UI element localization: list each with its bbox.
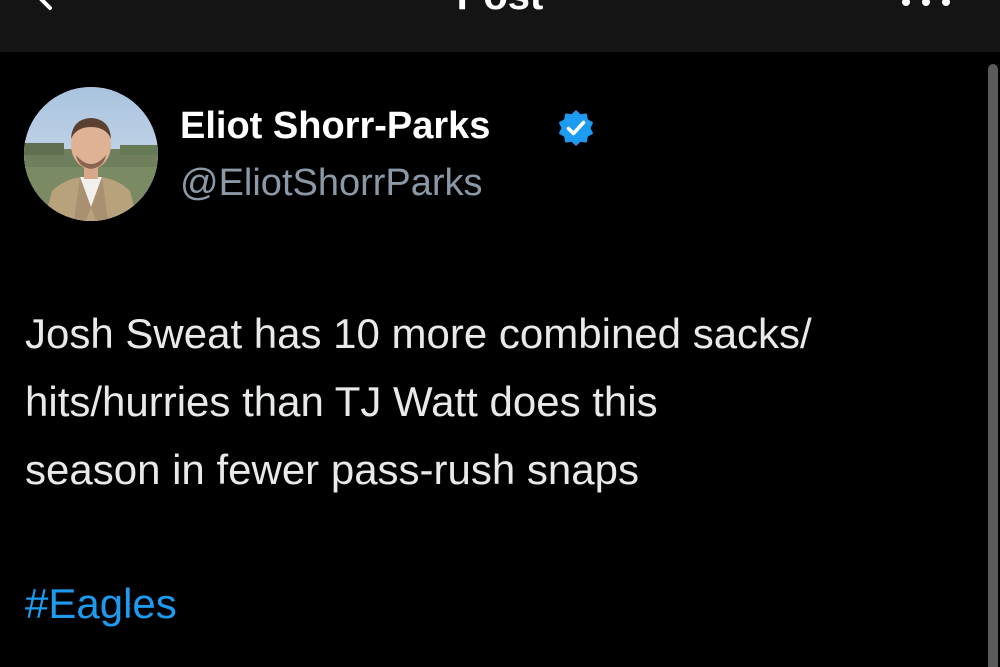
author-name[interactable]: Eliot Shorr-Parks: [180, 103, 490, 149]
post-text-line: season in fewer pass-rush snaps: [25, 446, 639, 493]
avatar[interactable]: [24, 87, 158, 221]
more-button[interactable]: [896, 0, 956, 8]
author-handle[interactable]: @EliotShorrParks: [180, 160, 483, 206]
post-body: Josh Sweat has 10 more combined sacks/ h…: [25, 300, 975, 504]
scrollbar[interactable]: [988, 64, 998, 667]
top-bar: Post: [0, 0, 1000, 52]
post-text-line: hits/hurries than TJ Watt does this: [25, 378, 658, 425]
profile-photo-icon: [24, 87, 158, 221]
more-horizontal-icon: [902, 0, 950, 6]
verified-badge-icon[interactable]: [556, 108, 596, 148]
post-text-line: Josh Sweat has 10 more combined sacks/: [25, 310, 812, 357]
page-title: Post: [0, 0, 1000, 22]
hashtag-link[interactable]: #Eagles: [25, 570, 177, 638]
